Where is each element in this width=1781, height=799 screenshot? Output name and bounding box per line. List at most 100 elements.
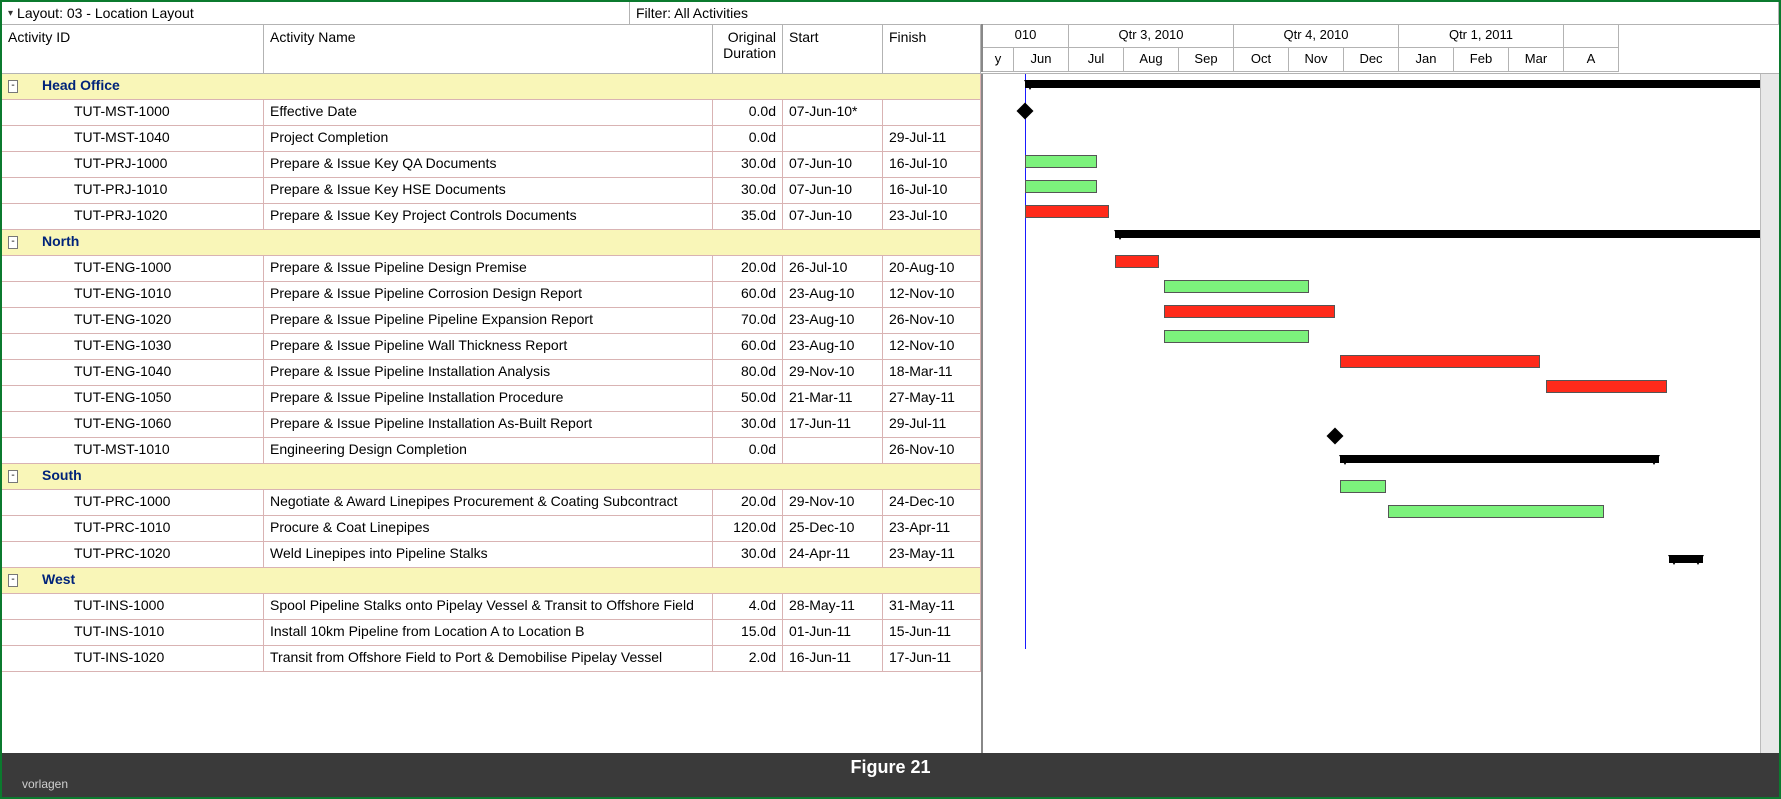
cell-finish: 23-Jul-10: [883, 204, 981, 229]
activity-row[interactable]: TUT-ENG-1000Prepare & Issue Pipeline Des…: [2, 256, 981, 282]
cell-start: 24-Apr-11: [783, 542, 883, 567]
col-finish[interactable]: Finish: [883, 25, 981, 73]
cell-activity-id: TUT-PRJ-1020: [24, 204, 264, 229]
cell-duration: 120.0d: [713, 516, 783, 541]
cell-finish: 15-Jun-11: [883, 620, 981, 645]
summary-bar[interactable]: [1115, 230, 1779, 238]
cell-duration: 0.0d: [713, 126, 783, 151]
activity-row[interactable]: TUT-PRJ-1000Prepare & Issue Key QA Docum…: [2, 152, 981, 178]
cell-start: 07-Jun-10: [783, 178, 883, 203]
group-row[interactable]: -North: [2, 230, 981, 256]
cell-start: 07-Jun-10: [783, 204, 883, 229]
cell-activity-id: TUT-PRC-1000: [24, 490, 264, 515]
activity-row[interactable]: TUT-MST-1040Project Completion0.0d29-Jul…: [2, 126, 981, 152]
collapse-icon[interactable]: -: [8, 574, 18, 587]
activity-row[interactable]: TUT-PRJ-1010Prepare & Issue Key HSE Docu…: [2, 178, 981, 204]
vertical-scrollbar[interactable]: [1760, 74, 1779, 755]
task-bar[interactable]: [1164, 280, 1309, 293]
cell-activity-name: Transit from Offshore Field to Port & De…: [264, 646, 713, 671]
cell-finish: 12-Nov-10: [883, 334, 981, 359]
milestone-icon[interactable]: [1326, 428, 1343, 445]
cell-start: [783, 126, 883, 151]
group-row[interactable]: -Head Office: [2, 74, 981, 100]
cell-activity-id: TUT-ENG-1020: [24, 308, 264, 333]
milestone-icon[interactable]: [1017, 103, 1034, 120]
activity-row[interactable]: TUT-ENG-1050Prepare & Issue Pipeline Ins…: [2, 386, 981, 412]
cell-start: 21-Mar-11: [783, 386, 883, 411]
cell-finish: 26-Nov-10: [883, 308, 981, 333]
summary-bar[interactable]: [1025, 80, 1779, 88]
cell-duration: 30.0d: [713, 412, 783, 437]
cell-duration: 60.0d: [713, 282, 783, 307]
app-window: ▾ Layout: 03 - Location Layout Filter: A…: [0, 0, 1781, 799]
col-start[interactable]: Start: [783, 25, 883, 73]
activity-row[interactable]: TUT-MST-1000Effective Date0.0d07-Jun-10*: [2, 100, 981, 126]
activity-row[interactable]: TUT-MST-1010Engineering Design Completio…: [2, 438, 981, 464]
cell-activity-name: Effective Date: [264, 100, 713, 125]
group-name: North: [24, 230, 981, 255]
cell-duration: 80.0d: [713, 360, 783, 385]
activity-row[interactable]: TUT-INS-1000Spool Pipeline Stalks onto P…: [2, 594, 981, 620]
activity-row[interactable]: TUT-ENG-1040Prepare & Issue Pipeline Ins…: [2, 360, 981, 386]
cell-activity-id: TUT-ENG-1060: [24, 412, 264, 437]
cell-duration: 2.0d: [713, 646, 783, 671]
activity-row[interactable]: TUT-PRC-1020Weld Linepipes into Pipeline…: [2, 542, 981, 568]
cell-activity-name: Prepare & Issue Pipeline Installation As…: [264, 412, 713, 437]
cell-start: 01-Jun-11: [783, 620, 883, 645]
activity-row[interactable]: TUT-PRJ-1020Prepare & Issue Key Project …: [2, 204, 981, 230]
group-name: West: [24, 568, 981, 593]
cell-activity-id: TUT-INS-1000: [24, 594, 264, 619]
activity-grid[interactable]: -Head OfficeTUT-MST-1000Effective Date0.…: [2, 74, 981, 672]
group-row[interactable]: -West: [2, 568, 981, 594]
cell-activity-name: Engineering Design Completion: [264, 438, 713, 463]
activity-row[interactable]: TUT-ENG-1020Prepare & Issue Pipeline Pip…: [2, 308, 981, 334]
collapse-icon[interactable]: -: [8, 470, 18, 483]
cell-activity-id: TUT-PRJ-1000: [24, 152, 264, 177]
cell-finish: 12-Nov-10: [883, 282, 981, 307]
task-bar[interactable]: [1164, 305, 1335, 318]
activity-row[interactable]: TUT-INS-1020Transit from Offshore Field …: [2, 646, 981, 672]
summary-bar[interactable]: [1669, 555, 1704, 563]
task-bar[interactable]: [1025, 180, 1097, 193]
cell-start: 29-Nov-10: [783, 360, 883, 385]
activity-row[interactable]: TUT-ENG-1060Prepare & Issue Pipeline Ins…: [2, 412, 981, 438]
col-activity-name[interactable]: Activity Name: [264, 25, 713, 73]
group-name: South: [24, 464, 981, 489]
group-row[interactable]: -South: [2, 464, 981, 490]
cell-activity-name: Prepare & Issue Pipeline Corrosion Desig…: [264, 282, 713, 307]
collapse-icon[interactable]: -: [8, 80, 18, 93]
cell-finish: 29-Jul-11: [883, 126, 981, 151]
cell-activity-name: Prepare & Issue Pipeline Installation An…: [264, 360, 713, 385]
watermark: vorlagen: [22, 777, 68, 791]
task-bar[interactable]: [1164, 330, 1309, 343]
activity-row[interactable]: TUT-ENG-1030Prepare & Issue Pipeline Wal…: [2, 334, 981, 360]
cell-finish: 26-Nov-10: [883, 438, 981, 463]
filter-selector[interactable]: Filter: All Activities: [630, 2, 1779, 24]
cell-start: 26-Jul-10: [783, 256, 883, 281]
summary-bar[interactable]: [1340, 455, 1659, 463]
cell-activity-name: Install 10km Pipeline from Location A to…: [264, 620, 713, 645]
collapse-icon[interactable]: -: [8, 236, 18, 249]
task-bar[interactable]: [1340, 480, 1386, 493]
cell-duration: 15.0d: [713, 620, 783, 645]
layout-selector[interactable]: ▾ Layout: 03 - Location Layout: [2, 2, 630, 24]
task-bar[interactable]: [1340, 355, 1540, 368]
activity-row[interactable]: TUT-PRC-1000Negotiate & Award Linepipes …: [2, 490, 981, 516]
task-bar[interactable]: [1546, 380, 1667, 393]
cell-activity-id: TUT-ENG-1000: [24, 256, 264, 281]
task-bar[interactable]: [1388, 505, 1604, 518]
col-duration[interactable]: Original Duration: [713, 25, 783, 73]
cell-start: 25-Dec-10: [783, 516, 883, 541]
activity-row[interactable]: TUT-ENG-1010Prepare & Issue Pipeline Cor…: [2, 282, 981, 308]
task-bar[interactable]: [1025, 155, 1097, 168]
cell-activity-name: Spool Pipeline Stalks onto Pipelay Vesse…: [264, 594, 713, 619]
cell-start: 17-Jun-11: [783, 412, 883, 437]
task-bar[interactable]: [1025, 205, 1109, 218]
col-activity-id[interactable]: Activity ID: [2, 25, 264, 73]
task-bar[interactable]: [1115, 255, 1159, 268]
cell-finish: 17-Jun-11: [883, 646, 981, 671]
activity-row[interactable]: TUT-INS-1010Install 10km Pipeline from L…: [2, 620, 981, 646]
activity-row[interactable]: TUT-PRC-1010Procure & Coat Linepipes120.…: [2, 516, 981, 542]
cell-activity-id: TUT-PRC-1020: [24, 542, 264, 567]
gantt-chart[interactable]: [981, 74, 1779, 755]
